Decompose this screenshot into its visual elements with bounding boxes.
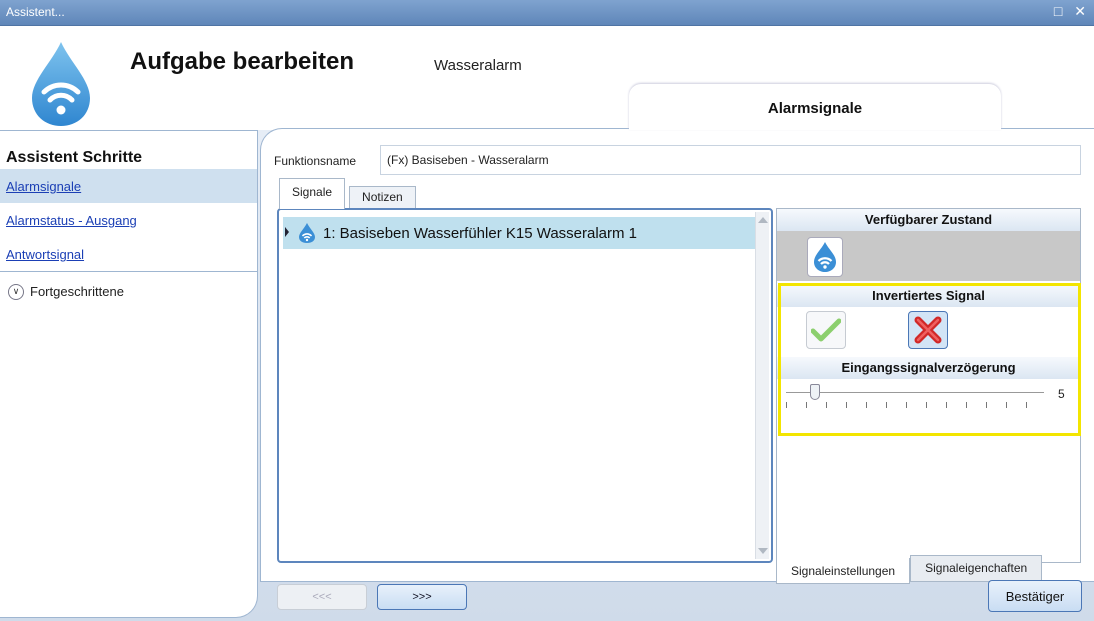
step-tab-alarmsignale[interactable]: Alarmsignale	[629, 84, 1001, 130]
scrollbar[interactable]	[755, 212, 769, 559]
available-state-button[interactable]	[807, 237, 843, 277]
tab-signale[interactable]: Signale	[279, 178, 346, 209]
input-delay-slider[interactable]	[786, 384, 1044, 412]
list-item[interactable]: 1: Basiseben Wasserfühler K15 Wasseralar…	[283, 217, 756, 249]
signal-list: 1: Basiseben Wasserfühler K15 Wasseralar…	[277, 208, 773, 563]
inverted-signal-header: Invertiertes Signal	[777, 285, 1080, 307]
water-drop-icon	[32, 42, 90, 126]
confirm-button[interactable]: Bestätiger	[988, 580, 1082, 612]
water-drop-icon	[814, 242, 836, 272]
tab-signaleinstellungen[interactable]: Signaleinstellungen	[776, 558, 911, 584]
scroll-down-arrow-icon[interactable]	[758, 548, 768, 554]
function-name-input[interactable]	[380, 145, 1081, 175]
scroll-up-arrow-icon[interactable]	[758, 217, 768, 223]
chevron-down-icon: ∨	[8, 283, 24, 300]
water-drop-icon	[299, 223, 315, 243]
sidebar-title: Assistent Schritte	[6, 149, 143, 166]
slider-ticks	[786, 402, 1044, 408]
window-title: Assistent...	[6, 5, 65, 19]
sidebar-nav: Alarmsignale Alarmstatus - Ausgang Antwo…	[0, 169, 257, 304]
row-selector-marker	[285, 227, 289, 237]
slider-track	[786, 392, 1044, 393]
tabs: Signale Notizen	[279, 178, 416, 209]
slider-thumb[interactable]	[810, 384, 820, 400]
tab-signaleigenschaften[interactable]: Signaleigenchaften	[910, 555, 1043, 582]
tab-notizen[interactable]: Notizen	[349, 186, 416, 209]
window-controls[interactable]: □ ✕	[1054, 3, 1090, 20]
input-delay-header: Eingangssignalverzögerung	[777, 357, 1080, 379]
available-state-header: Verfügbarer Zustand	[777, 209, 1080, 231]
input-delay-value: 5	[1058, 387, 1065, 401]
signal-label: 1: Basiseben Wasserfühler K15 Wasseralar…	[323, 224, 638, 242]
advanced-toggle[interactable]: ∨ Fortgeschrittene	[0, 272, 257, 304]
function-name-label: Funktionsname	[274, 154, 357, 168]
window-titlebar: Assistent... □ ✕	[0, 0, 1094, 26]
available-state-area	[777, 231, 1080, 281]
sidebar: Assistent Schritte Alarmsignale Alarmsta…	[0, 130, 258, 618]
inverted-no-button[interactable]	[908, 311, 948, 349]
sidebar-item-antwortsignal[interactable]: Antwortsignal	[0, 237, 257, 271]
checkmark-icon	[811, 318, 841, 342]
inverted-yes-button[interactable]	[806, 311, 846, 349]
sidebar-item-alarmsignale[interactable]: Alarmsignale	[0, 169, 257, 203]
sidebar-item-alarmstatus[interactable]: Alarmstatus - Ausgang	[0, 203, 257, 237]
previous-button[interactable]: <<<	[277, 584, 367, 610]
next-button[interactable]: >>>	[377, 584, 467, 610]
advanced-label: Fortgeschrittene	[30, 284, 124, 299]
page-subtitle: Wasseralarm	[434, 57, 522, 74]
cross-icon	[914, 316, 942, 344]
page-title: Aufgabe bearbeiten	[130, 48, 355, 75]
